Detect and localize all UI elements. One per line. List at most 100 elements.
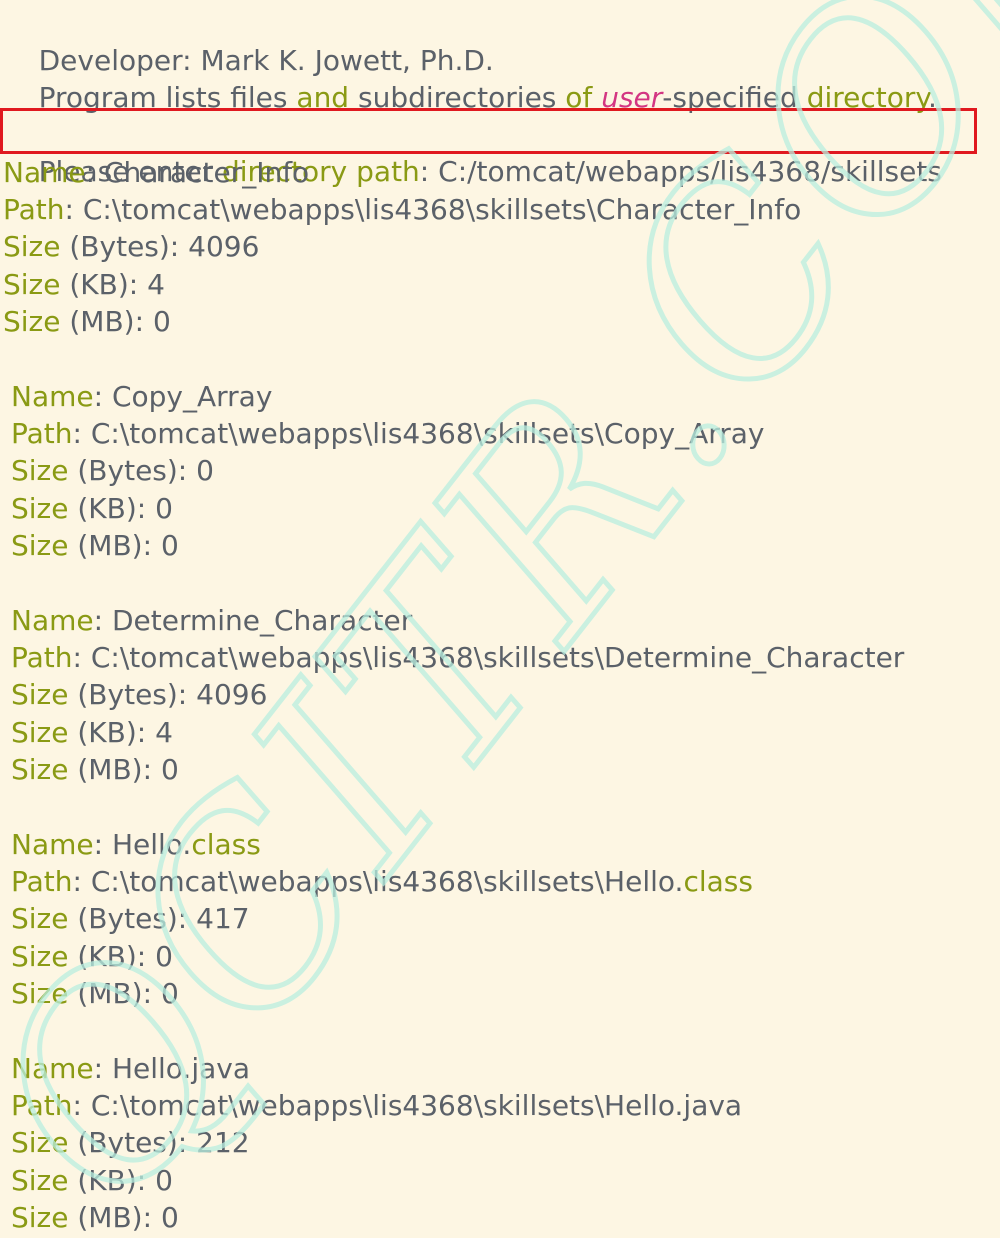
size-label: Size bbox=[11, 1126, 69, 1159]
entry-path-line: Path: C:\tomcat\webapps\lis4368\skillset… bbox=[11, 863, 753, 900]
size-label: Size bbox=[11, 678, 69, 711]
mb-unit: (MB): bbox=[68, 1201, 161, 1234]
entry-bytes-line: Size (Bytes): 4096 bbox=[11, 676, 267, 713]
bytes-unit: (Bytes): bbox=[68, 454, 197, 487]
colon: : bbox=[93, 604, 112, 637]
colon: : bbox=[72, 1089, 91, 1122]
name-label: Name bbox=[11, 1052, 94, 1085]
bytes-unit: (Bytes): bbox=[68, 902, 197, 935]
directory-path-input[interactable]: C:/tomcat/webapps/lis4368/skillsets bbox=[438, 155, 942, 188]
description-line: Program lists files and subdirectories o… bbox=[3, 42, 937, 114]
entry-name-line: Name: Determine_Character bbox=[11, 602, 412, 639]
size-label: Size bbox=[11, 753, 69, 786]
entry-name: Copy_Array bbox=[111, 380, 273, 413]
kb-unit: (KB): bbox=[68, 1164, 156, 1197]
size-mb-value: 0 bbox=[160, 1201, 179, 1234]
entry-name-ext: class bbox=[191, 828, 261, 861]
console-output: Developer: Mark K. Jowett, Ph.D. Program… bbox=[0, 0, 1000, 1238]
bytes-unit: (Bytes): bbox=[68, 1126, 197, 1159]
size-label: Size bbox=[11, 454, 69, 487]
entry-path-line: Path: C:\tomcat\webapps\lis4368\skillset… bbox=[3, 191, 801, 228]
size-kb-value: 0 bbox=[155, 940, 173, 973]
entry-path-line: Path: C:\tomcat\webapps\lis4368\skillset… bbox=[11, 639, 904, 676]
entry-kb-line: Size (KB): 0 bbox=[11, 490, 173, 527]
colon: : bbox=[93, 380, 112, 413]
entry-name-line: Name: Copy_Array bbox=[11, 378, 272, 415]
path-label: Path bbox=[3, 193, 65, 226]
entry-name-line: Name: Character_Info bbox=[3, 154, 309, 191]
entry-path: C:\tomcat\webapps\lis4368\skillsets\Hell… bbox=[90, 865, 684, 898]
entry-mb-line: Size (MB): 0 bbox=[11, 751, 179, 788]
colon: : bbox=[85, 156, 104, 189]
entry-kb-line: Size (KB): 4 bbox=[11, 714, 173, 751]
prompt-colon: : bbox=[419, 155, 439, 188]
size-kb-value: 0 bbox=[155, 492, 173, 525]
path-label: Path bbox=[11, 417, 73, 450]
size-kb-value: 0 bbox=[155, 1164, 173, 1197]
size-mb-value: 0 bbox=[160, 753, 179, 786]
directory-prompt-line: Please enter directory path: C:/tomcat/w… bbox=[3, 116, 942, 188]
size-label: Size bbox=[11, 1201, 69, 1234]
colon: : bbox=[72, 417, 91, 450]
bytes-unit: (Bytes): bbox=[60, 230, 189, 263]
colon: : bbox=[72, 865, 91, 898]
entry-kb-line: Size (KB): 0 bbox=[11, 938, 173, 975]
entry-name-line: Name: Hello.java bbox=[11, 1050, 250, 1087]
entry-path-line: Path: C:\tomcat\webapps\lis4368\skillset… bbox=[11, 1087, 742, 1124]
size-label: Size bbox=[11, 940, 69, 973]
entry-name: Hello. bbox=[111, 828, 192, 861]
entry-mb-line: Size (MB): 0 bbox=[11, 527, 179, 564]
entry-mb-line: Size (MB): 0 bbox=[3, 303, 171, 340]
path-label: Path bbox=[11, 1089, 73, 1122]
entry-path-line: Path: C:\tomcat\webapps\lis4368\skillset… bbox=[11, 415, 765, 452]
kb-unit: (KB): bbox=[68, 940, 156, 973]
mb-unit: (MB): bbox=[68, 977, 161, 1010]
name-label: Name bbox=[11, 828, 94, 861]
size-mb-value: 0 bbox=[152, 305, 171, 338]
size-label: Size bbox=[3, 268, 61, 301]
entry-bytes-line: Size (Bytes): 0 bbox=[11, 452, 214, 489]
kb-unit: (KB): bbox=[68, 716, 156, 749]
entry-name: Character_Info bbox=[103, 156, 310, 189]
size-label: Size bbox=[3, 305, 61, 338]
entry-name-line: Name: Hello.class bbox=[11, 826, 261, 863]
entry-kb-line: Size (KB): 0 bbox=[11, 1162, 173, 1199]
size-bytes-value: 4096 bbox=[196, 678, 268, 711]
entry-mb-line: Size (MB): 0 bbox=[11, 1199, 179, 1236]
name-label: Name bbox=[3, 156, 86, 189]
mb-unit: (MB): bbox=[68, 529, 161, 562]
entry-kb-line: Size (KB): 4 bbox=[3, 266, 165, 303]
entry-path-ext: class bbox=[683, 865, 753, 898]
size-label: Size bbox=[11, 977, 69, 1010]
size-label: Size bbox=[3, 230, 61, 263]
path-label: Path bbox=[11, 641, 73, 674]
size-label: Size bbox=[11, 716, 69, 749]
entry-mb-line: Size (MB): 0 bbox=[11, 975, 179, 1012]
kb-unit: (KB): bbox=[68, 492, 156, 525]
bytes-unit: (Bytes): bbox=[68, 678, 197, 711]
colon: : bbox=[72, 641, 91, 674]
entry-bytes-line: Size (Bytes): 4096 bbox=[3, 228, 259, 265]
mb-unit: (MB): bbox=[60, 305, 153, 338]
size-label: Size bbox=[11, 492, 69, 525]
entry-name: Determine_Character bbox=[111, 604, 413, 637]
name-label: Name bbox=[11, 380, 94, 413]
size-bytes-value: 0 bbox=[196, 454, 214, 487]
entry-path: C:\tomcat\webapps\lis4368\skillsets\Hell… bbox=[90, 1089, 743, 1122]
entry-bytes-line: Size (Bytes): 417 bbox=[11, 900, 250, 937]
entry-name: Hello.java bbox=[111, 1052, 250, 1085]
entry-bytes-line: Size (Bytes): 212 bbox=[11, 1124, 250, 1161]
name-label: Name bbox=[11, 604, 94, 637]
size-bytes-value: 417 bbox=[196, 902, 250, 935]
size-mb-value: 0 bbox=[160, 977, 179, 1010]
size-label: Size bbox=[11, 902, 69, 935]
path-label: Path bbox=[11, 865, 73, 898]
size-label: Size bbox=[11, 1164, 69, 1197]
entry-path: C:\tomcat\webapps\lis4368\skillsets\Dete… bbox=[90, 641, 905, 674]
size-label: Size bbox=[11, 529, 69, 562]
kb-unit: (KB): bbox=[60, 268, 148, 301]
size-kb-value: 4 bbox=[147, 268, 165, 301]
size-bytes-value: 4096 bbox=[188, 230, 260, 263]
size-mb-value: 0 bbox=[160, 529, 179, 562]
colon: : bbox=[93, 1052, 112, 1085]
